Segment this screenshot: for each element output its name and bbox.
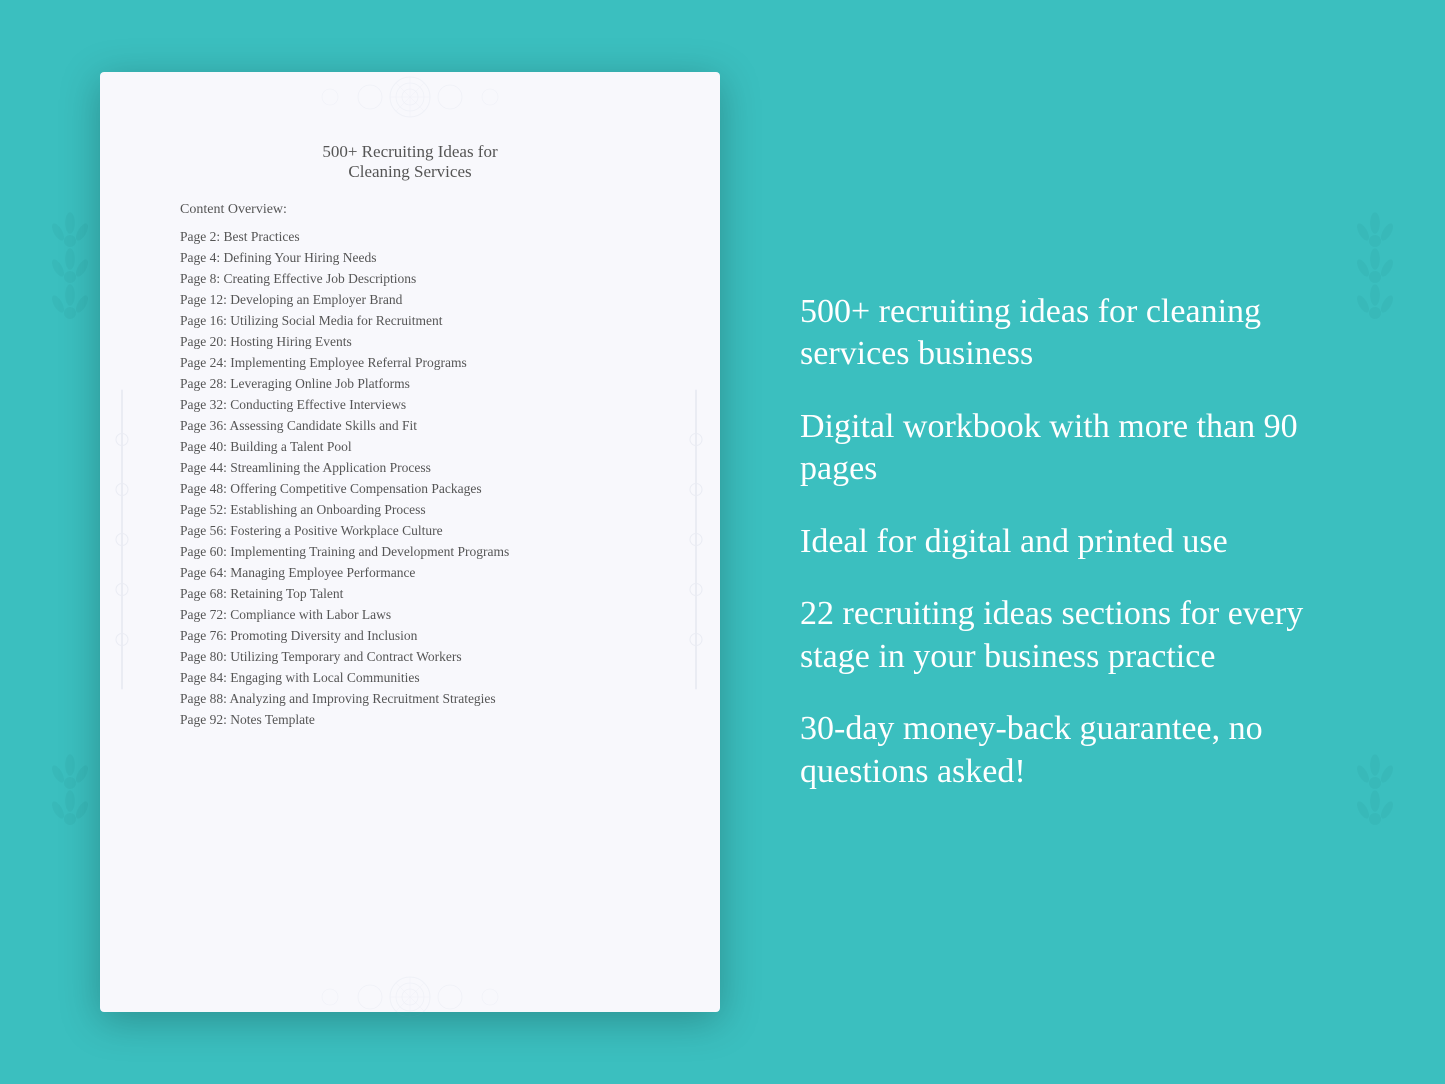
content-overview-label: Content Overview: — [180, 202, 670, 218]
toc-item: Page 20: Hosting Hiring Events — [180, 333, 670, 351]
toc-item: Page 44: Streamlining the Application Pr… — [180, 459, 670, 477]
document-panel: 500+ Recruiting Ideas for Cleaning Servi… — [100, 72, 720, 1012]
toc-item: Page 68: Retaining Top Talent — [180, 585, 670, 603]
toc-item: Page 24: Implementing Employee Referral … — [180, 354, 670, 372]
toc-item: Page 88: Analyzing and Improving Recruit… — [180, 690, 670, 708]
toc-item: Page 2: Best Practices — [180, 228, 670, 246]
toc-item: Page 52: Establishing an Onboarding Proc… — [180, 501, 670, 519]
toc-item: Page 92: Notes Template — [180, 711, 670, 729]
toc-item: Page 64: Managing Employee Performance — [180, 564, 670, 582]
toc-item: Page 80: Utilizing Temporary and Contrac… — [180, 648, 670, 666]
feature-text-3: 22 recruiting ideas sections for every s… — [800, 593, 1345, 678]
doc-decor-top — [310, 72, 510, 122]
doc-decor-bottom — [310, 962, 510, 1012]
text-panel: 500+ recruiting ideas for cleaning servi… — [780, 291, 1345, 794]
toc-item: Page 16: Utilizing Social Media for Recr… — [180, 312, 670, 330]
toc-item: Page 56: Fostering a Positive Workplace … — [180, 522, 670, 540]
toc-item: Page 72: Compliance with Labor Laws — [180, 606, 670, 624]
toc-item: Page 12: Developing an Employer Brand — [180, 291, 670, 309]
toc-item: Page 76: Promoting Diversity and Inclusi… — [180, 627, 670, 645]
toc-item: Page 28: Leveraging Online Job Platforms — [180, 375, 670, 393]
toc-item: Page 8: Creating Effective Job Descripti… — [180, 270, 670, 288]
doc-title-line2: Cleaning Services — [150, 162, 670, 182]
doc-title: 500+ Recruiting Ideas for Cleaning Servi… — [150, 142, 670, 182]
feature-text-4: 30-day money-back guarantee, no question… — [800, 708, 1345, 793]
toc-item: Page 32: Conducting Effective Interviews — [180, 396, 670, 414]
toc-item: Page 84: Engaging with Local Communities — [180, 669, 670, 687]
doc-title-line1: 500+ Recruiting Ideas for — [150, 142, 670, 162]
feature-text-0: 500+ recruiting ideas for cleaning servi… — [800, 291, 1345, 376]
main-layout: 500+ Recruiting Ideas for Cleaning Servi… — [0, 0, 1445, 1084]
doc-right-decor — [682, 390, 712, 695]
toc-list: Page 2: Best Practices Page 4: Defining Y… — [180, 228, 670, 729]
toc-item: Page 4: Defining Your Hiring Needs — [180, 249, 670, 267]
toc-item: Page 40: Building a Talent Pool — [180, 438, 670, 456]
toc-item: Page 48: Offering Competitive Compensati… — [180, 480, 670, 498]
toc-item: Page 60: Implementing Training and Devel… — [180, 543, 670, 561]
feature-text-2: Ideal for digital and printed use — [800, 521, 1345, 564]
feature-text-1: Digital workbook with more than 90 pages — [800, 406, 1345, 491]
doc-left-decor — [108, 390, 138, 695]
toc-item: Page 36: Assessing Candidate Skills and … — [180, 417, 670, 435]
